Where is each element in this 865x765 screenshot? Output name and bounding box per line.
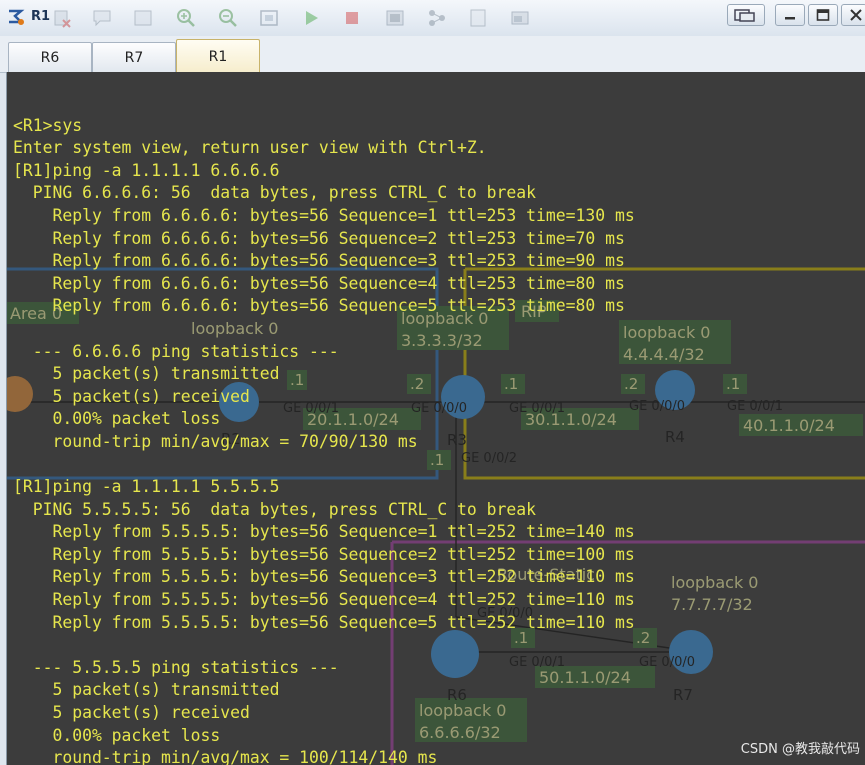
palette-icon[interactable]: [468, 8, 488, 28]
console-line: Reply from 6.6.6.6: bytes=56 Sequence=2 …: [13, 228, 625, 248]
network-40: 40.1.1.0/24: [743, 416, 835, 435]
close-button[interactable]: [841, 4, 865, 26]
console-output: <R1>sys Enter system view, return user vi…: [13, 92, 635, 765]
console-icon[interactable]: [385, 8, 405, 28]
console-line: Reply from 6.6.6.6: bytes=56 Sequence=5 …: [13, 296, 625, 316]
maximize-icon: [816, 9, 830, 21]
console-line: Reply from 5.5.5.5: bytes=56 Sequence=5 …: [13, 612, 635, 632]
router-r7-name: R7: [673, 686, 693, 704]
console-line: [R1]ping -a 1.1.1.1 6.6.6.6: [13, 160, 280, 180]
loopback-r7-title: loopback 0: [671, 573, 758, 592]
delete-icon[interactable]: [52, 8, 72, 28]
port-label: GE 0/0/0: [639, 655, 695, 670]
console-line: 0.00% packet loss: [13, 725, 221, 745]
console-line: Reply from 6.6.6.6: bytes=56 Sequence=3 …: [13, 251, 625, 271]
topology-icon[interactable]: [427, 8, 447, 28]
tab-r7[interactable]: R7: [92, 42, 176, 72]
router-r4-name: R4: [665, 428, 685, 446]
settings-icon[interactable]: [510, 8, 530, 28]
console-line: Reply from 6.6.6.6: bytes=56 Sequence=1 …: [13, 205, 635, 225]
tab-r1[interactable]: R1: [176, 39, 260, 73]
console-line: --- 5.5.5.5 ping statistics ---: [13, 657, 339, 677]
console-line: 5 packet(s) received: [13, 703, 250, 723]
console-line: 5 packet(s) received: [13, 386, 250, 406]
console-line: 5 packet(s) transmitted: [13, 364, 280, 384]
restore-button[interactable]: [727, 4, 765, 26]
window-title: R1: [31, 9, 51, 24]
restore-icon: [734, 9, 755, 22]
zoom-in-icon[interactable]: [176, 8, 196, 28]
fit-window-icon[interactable]: [259, 8, 279, 28]
loopback-r4-ip: 4.4.4.4/32: [623, 345, 705, 364]
loopback-r4-title: loopback 0: [623, 323, 710, 342]
console-line: Reply from 5.5.5.5: bytes=56 Sequence=1 …: [13, 522, 635, 542]
ip-suffix: .2: [636, 629, 650, 647]
capture-icon[interactable]: [133, 8, 153, 28]
ip-suffix: .1: [726, 375, 740, 393]
console-line: Reply from 5.5.5.5: bytes=56 Sequence=3 …: [13, 567, 635, 587]
console-line: 5 packet(s) transmitted: [13, 680, 280, 700]
app-logo-icon: [9, 9, 25, 25]
console-line: 0.00% packet loss: [13, 409, 221, 429]
console-line: PING 5.5.5.5: 56 data bytes, press CTRL_…: [13, 499, 537, 519]
console-line: Reply from 6.6.6.6: bytes=56 Sequence=4 …: [13, 273, 625, 293]
start-icon[interactable]: [301, 8, 321, 28]
minimize-button[interactable]: [775, 4, 805, 26]
loopback-r7-ip: 7.7.7.7/32: [671, 595, 753, 614]
tab-bar: R6 R7 R1: [0, 36, 865, 73]
watermark: CSDN @教我敲代码: [740, 742, 860, 757]
window-title-bar: R1: [0, 0, 865, 37]
console-line: Reply from 5.5.5.5: bytes=56 Sequence=2 …: [13, 544, 635, 564]
stop-icon[interactable]: [342, 8, 362, 28]
console-line: round-trip min/avg/max = 70/90/130 ms: [13, 431, 418, 451]
console-line: --- 6.6.6.6 ping statistics ---: [13, 341, 339, 361]
console-line: round-trip min/avg/max = 100/114/140 ms: [13, 748, 438, 765]
console-line: PING 6.6.6.6: 56 data bytes, press CTRL_…: [13, 183, 537, 203]
comment-icon[interactable]: [92, 8, 112, 28]
console-line: Enter system view, return user view with…: [13, 138, 487, 158]
close-icon: [850, 9, 862, 21]
port-label: GE 0/0/0: [629, 399, 685, 414]
minimize-icon: [785, 17, 795, 20]
zoom-out-icon[interactable]: [218, 8, 238, 28]
console-line: [R1]ping -a 1.1.1.1 5.5.5.5: [13, 477, 280, 497]
tab-r6[interactable]: R6: [8, 42, 92, 72]
console-line: <R1>sys: [13, 115, 83, 135]
console-line: Reply from 5.5.5.5: bytes=56 Sequence=4 …: [13, 590, 635, 610]
port-label: GE 0/0/1: [727, 399, 783, 414]
terminal-window[interactable]: Area 0 RIP Route-Static loopback 0 3.3.3…: [6, 72, 865, 765]
maximize-button[interactable]: [808, 4, 838, 26]
